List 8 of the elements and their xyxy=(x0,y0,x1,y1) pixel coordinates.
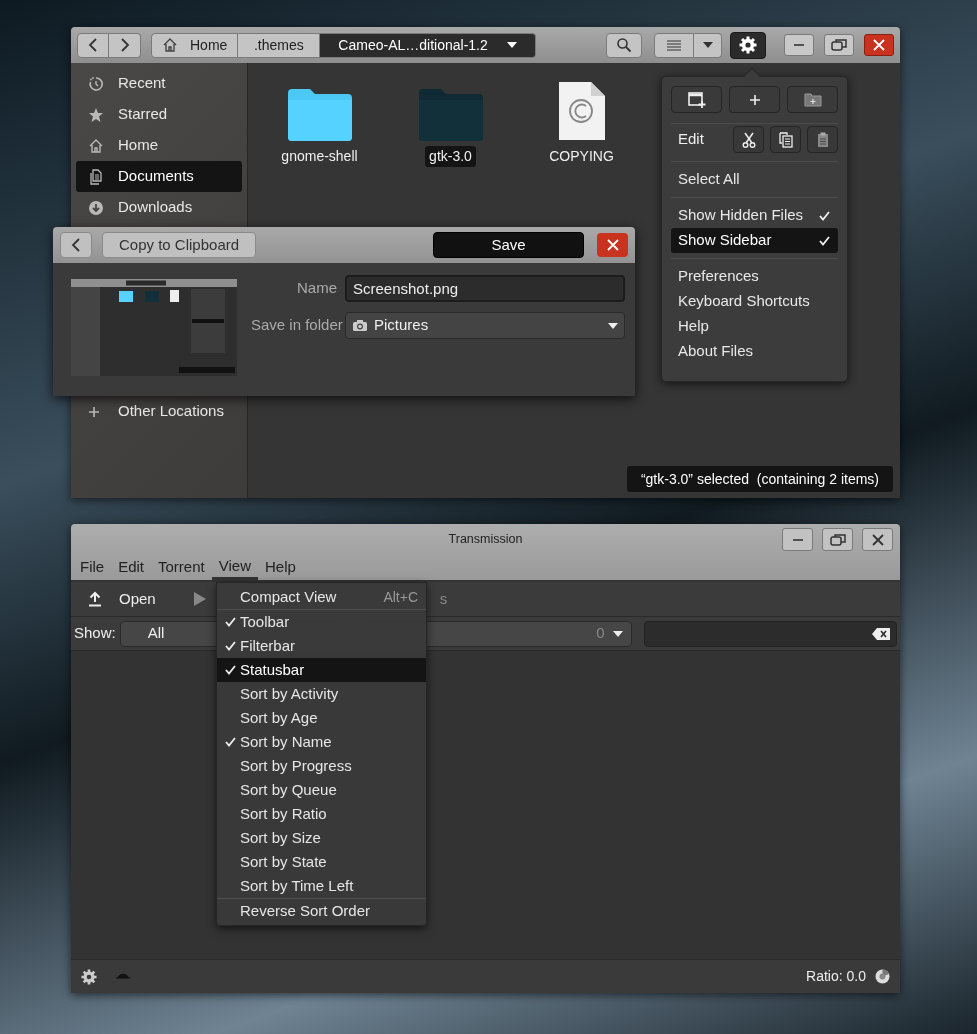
window-title: Transmission xyxy=(448,531,523,549)
status-overlay: “gtk-3.0” selected (containing 2 items) xyxy=(626,466,893,492)
edit-label: Edit xyxy=(677,129,705,150)
filter-label: Show: xyxy=(74,623,116,644)
field-label: Name xyxy=(296,278,338,299)
toolbar-label: s xyxy=(439,588,448,609)
ratio-label: Ratio: 0.0 xyxy=(806,967,866,986)
field-label: Save in folder xyxy=(251,315,344,336)
